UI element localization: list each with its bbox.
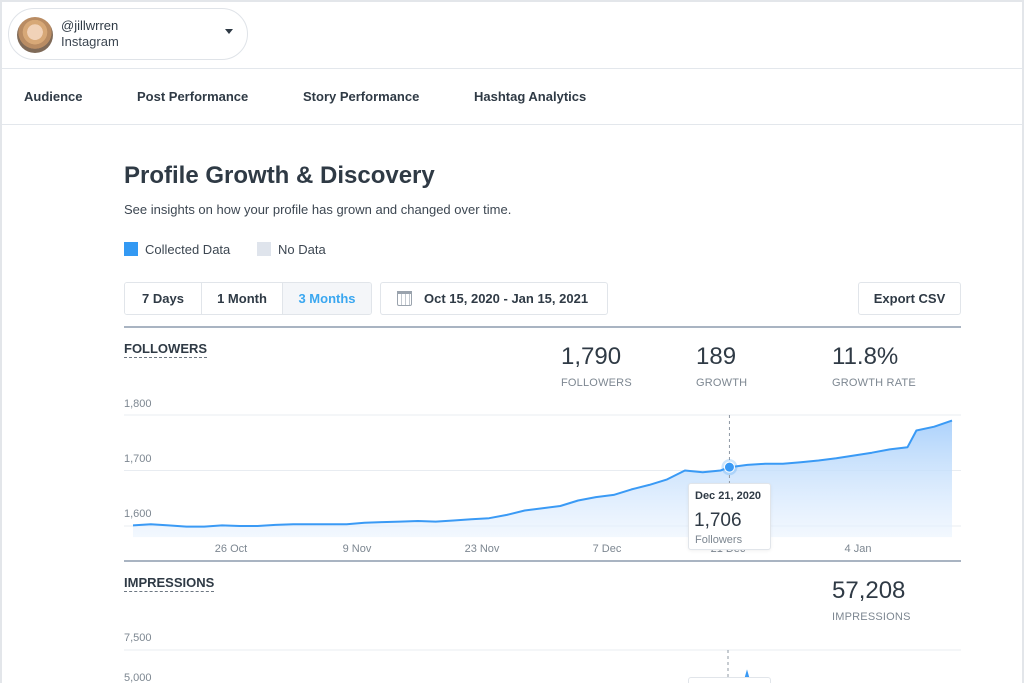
tooltip-value: 1,706 — [694, 510, 742, 531]
y-tick-label: 7,500 — [124, 632, 152, 644]
account-switcher[interactable]: @jillwrren Instagram — [8, 8, 248, 60]
calendar-icon — [397, 291, 412, 306]
page-subtitle: See insights on how your profile has gro… — [124, 202, 512, 217]
avatar — [17, 17, 53, 53]
legend-collected-swatch — [124, 242, 138, 256]
followers-section-title[interactable]: FOLLOWERS — [124, 341, 208, 358]
growth-label: GROWTH — [696, 377, 748, 389]
section-divider — [124, 326, 961, 328]
followers-count-label: FOLLOWERS — [561, 377, 632, 389]
impressions-section-title[interactable]: IMPRESSIONS — [124, 575, 215, 592]
range-3-months-button[interactable]: 3 Months — [283, 283, 371, 314]
tooltip-date: Dec 21, 2020 — [695, 490, 762, 502]
tab-story-performance[interactable]: Story Performance — [303, 89, 419, 104]
caret-down-icon — [225, 29, 233, 34]
range-7-days-button[interactable]: 7 Days — [125, 283, 202, 314]
legend-nodata-swatch — [257, 242, 271, 256]
tooltip-label: Followers — [695, 534, 743, 546]
export-csv-button[interactable]: Export CSV — [858, 282, 961, 315]
y-tick-label: 5,000 — [124, 672, 152, 683]
legend-nodata-label: No Data — [278, 242, 326, 257]
x-tick-label: 26 Oct — [214, 543, 248, 555]
date-range-text: Oct 15, 2020 - Jan 15, 2021 — [424, 291, 589, 306]
range-selector: 7 Days 1 Month 3 Months — [124, 282, 372, 315]
tab-hashtag-analytics[interactable]: Hashtag Analytics — [474, 89, 586, 104]
impressions-label: IMPRESSIONS — [832, 611, 911, 623]
report-tabs: Audience Post Performance Story Performa… — [2, 70, 1022, 125]
tab-audience[interactable]: Audience — [24, 89, 83, 104]
growth-rate-label: GROWTH RATE — [832, 377, 916, 389]
x-tick-label: 9 Nov — [342, 543, 372, 555]
followers-count-value: 1,790 — [561, 343, 622, 370]
x-tick-label: 23 Nov — [464, 543, 500, 555]
top-bar: @jillwrren Instagram — [2, 2, 1022, 69]
tab-post-performance[interactable]: Post Performance — [137, 89, 248, 104]
range-1-month-button[interactable]: 1 Month — [202, 283, 283, 314]
y-tick-label: 1,800 — [124, 398, 152, 410]
legend-collected-label: Collected Data — [145, 242, 231, 257]
account-handle: @jillwrren — [61, 18, 119, 33]
x-tick-label: 4 Jan — [844, 543, 872, 555]
y-tick-label: 1,600 — [124, 508, 152, 520]
date-range-picker[interactable]: Oct 15, 2020 - Jan 15, 2021 — [380, 282, 608, 315]
chart-tooltip: Dec 21, 2020 1,706 Followers — [688, 483, 771, 550]
growth-rate-value: 11.8% — [832, 343, 899, 370]
impressions-value: 57,208 — [832, 577, 906, 604]
y-tick-label: 1,700 — [124, 453, 152, 465]
account-network: Instagram — [61, 34, 119, 49]
impressions-tooltip — [688, 677, 771, 683]
growth-value: 189 — [696, 343, 737, 370]
page-title: Profile Growth & Discovery — [124, 162, 435, 189]
x-tick-label: 7 Dec — [592, 543, 622, 555]
